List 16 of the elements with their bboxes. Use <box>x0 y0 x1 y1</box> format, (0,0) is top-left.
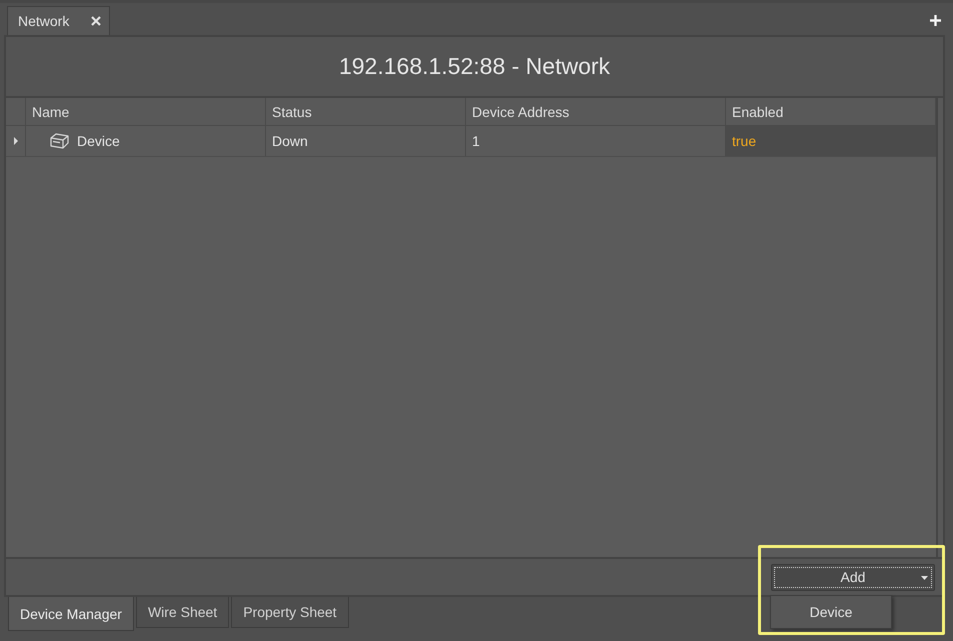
view-title: 192.168.1.52:88 - Network <box>338 53 610 80</box>
table-cell: true <box>726 126 936 156</box>
view-tab[interactable]: Device Manager <box>8 597 134 631</box>
caret-icon <box>921 576 928 580</box>
view-tab[interactable]: Property Sheet <box>231 597 349 628</box>
table-cell: Down <box>266 126 466 156</box>
document-tab[interactable]: Network <box>7 6 110 35</box>
menu-item[interactable]: Device <box>771 596 891 628</box>
add-button[interactable]: Add <box>771 564 935 590</box>
close-icon[interactable] <box>91 16 101 26</box>
device-name: Device <box>77 133 120 149</box>
table-row[interactable]: Device Down 1 true <box>6 126 936 157</box>
device-box-icon <box>50 133 69 149</box>
collapsed-triangle-icon[interactable] <box>12 137 18 145</box>
add-tab-icon[interactable] <box>930 14 941 26</box>
view-tab[interactable]: Wire Sheet <box>136 597 230 628</box>
